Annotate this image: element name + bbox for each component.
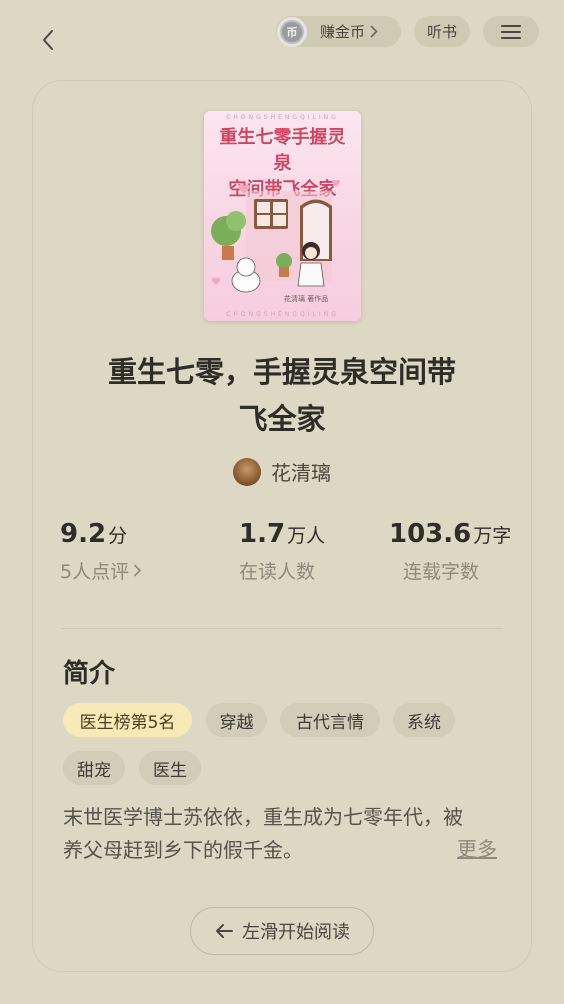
tag-item[interactable]: 甜宠 xyxy=(63,751,125,785)
back-arrow-icon xyxy=(43,30,53,50)
words-label: 连载字数 xyxy=(403,561,480,583)
listen-button[interactable]: 听书 xyxy=(414,16,470,47)
coin-icon: 币 xyxy=(277,16,307,47)
words-stat: 103.6 万字 连载字数 xyxy=(389,519,511,584)
book-detail-card: CHONGSHENGQILING 重生七零手握灵泉 空间带飞全家 花清璃 著作品… xyxy=(32,80,532,972)
earn-coins-label: 赚金币 xyxy=(320,23,366,41)
readers-label: 在读人数 xyxy=(239,561,316,583)
tag-item[interactable]: 穿越 xyxy=(206,703,267,737)
tag-item[interactable]: 系统 xyxy=(393,703,455,737)
left-arrow-icon xyxy=(214,923,234,939)
words-value: 103.6 xyxy=(389,519,472,549)
book-title: 重生七零，手握灵泉空间带 飞全家 xyxy=(107,355,456,436)
earn-coins-button[interactable]: 币 赚金币 xyxy=(276,16,401,47)
rating-value: 9.2 xyxy=(60,519,107,549)
cover-deco-bottom: CHONGSHENGQILING xyxy=(226,311,339,318)
menu-button[interactable] xyxy=(483,16,539,47)
rating-label: 5人点评 xyxy=(60,561,130,583)
tag-item[interactable]: 医生 xyxy=(139,751,201,785)
author-row[interactable]: 花清璃 xyxy=(33,457,531,486)
tag-item[interactable]: 古代言情 xyxy=(280,703,380,737)
divider xyxy=(61,628,503,629)
tag-ranking[interactable]: 医生榜第5名 xyxy=(63,703,192,737)
summary-text[interactable]: 末世医学博士苏依依，重生成为七零年代，被 养父母赶到乡下的假千金。 xyxy=(63,801,503,867)
start-reading-button[interactable]: 左滑开始阅读 xyxy=(190,907,374,955)
menu-icon xyxy=(501,24,521,39)
chevron-right-icon xyxy=(370,25,378,38)
readers-unit: 万人 xyxy=(287,525,326,547)
back-button[interactable] xyxy=(34,26,62,54)
book-cover[interactable]: CHONGSHENGQILING 重生七零手握灵泉 空间带飞全家 花清璃 著作品… xyxy=(204,111,361,321)
readers-value: 1.7 xyxy=(239,519,286,549)
more-link[interactable]: 更多 xyxy=(457,833,497,866)
cover-author: 花清璃 著作品 xyxy=(284,295,329,303)
words-unit: 万字 xyxy=(473,525,512,547)
cover-illustration xyxy=(211,179,341,293)
intro-title: 简介 xyxy=(63,659,116,689)
chevron-right-icon xyxy=(134,564,142,577)
avatar xyxy=(233,457,261,486)
author-name: 花清璃 xyxy=(271,461,331,485)
rating-stat[interactable]: 9.2 分 5人点评 xyxy=(60,519,142,584)
book-stats: 9.2 分 5人点评 1.7 万人 在读人数 103.6 万字 连载字数 xyxy=(33,519,531,589)
readers-stat: 1.7 万人 在读人数 xyxy=(239,519,325,584)
start-reading-label: 左滑开始阅读 xyxy=(242,922,350,943)
rating-unit: 分 xyxy=(108,525,128,547)
